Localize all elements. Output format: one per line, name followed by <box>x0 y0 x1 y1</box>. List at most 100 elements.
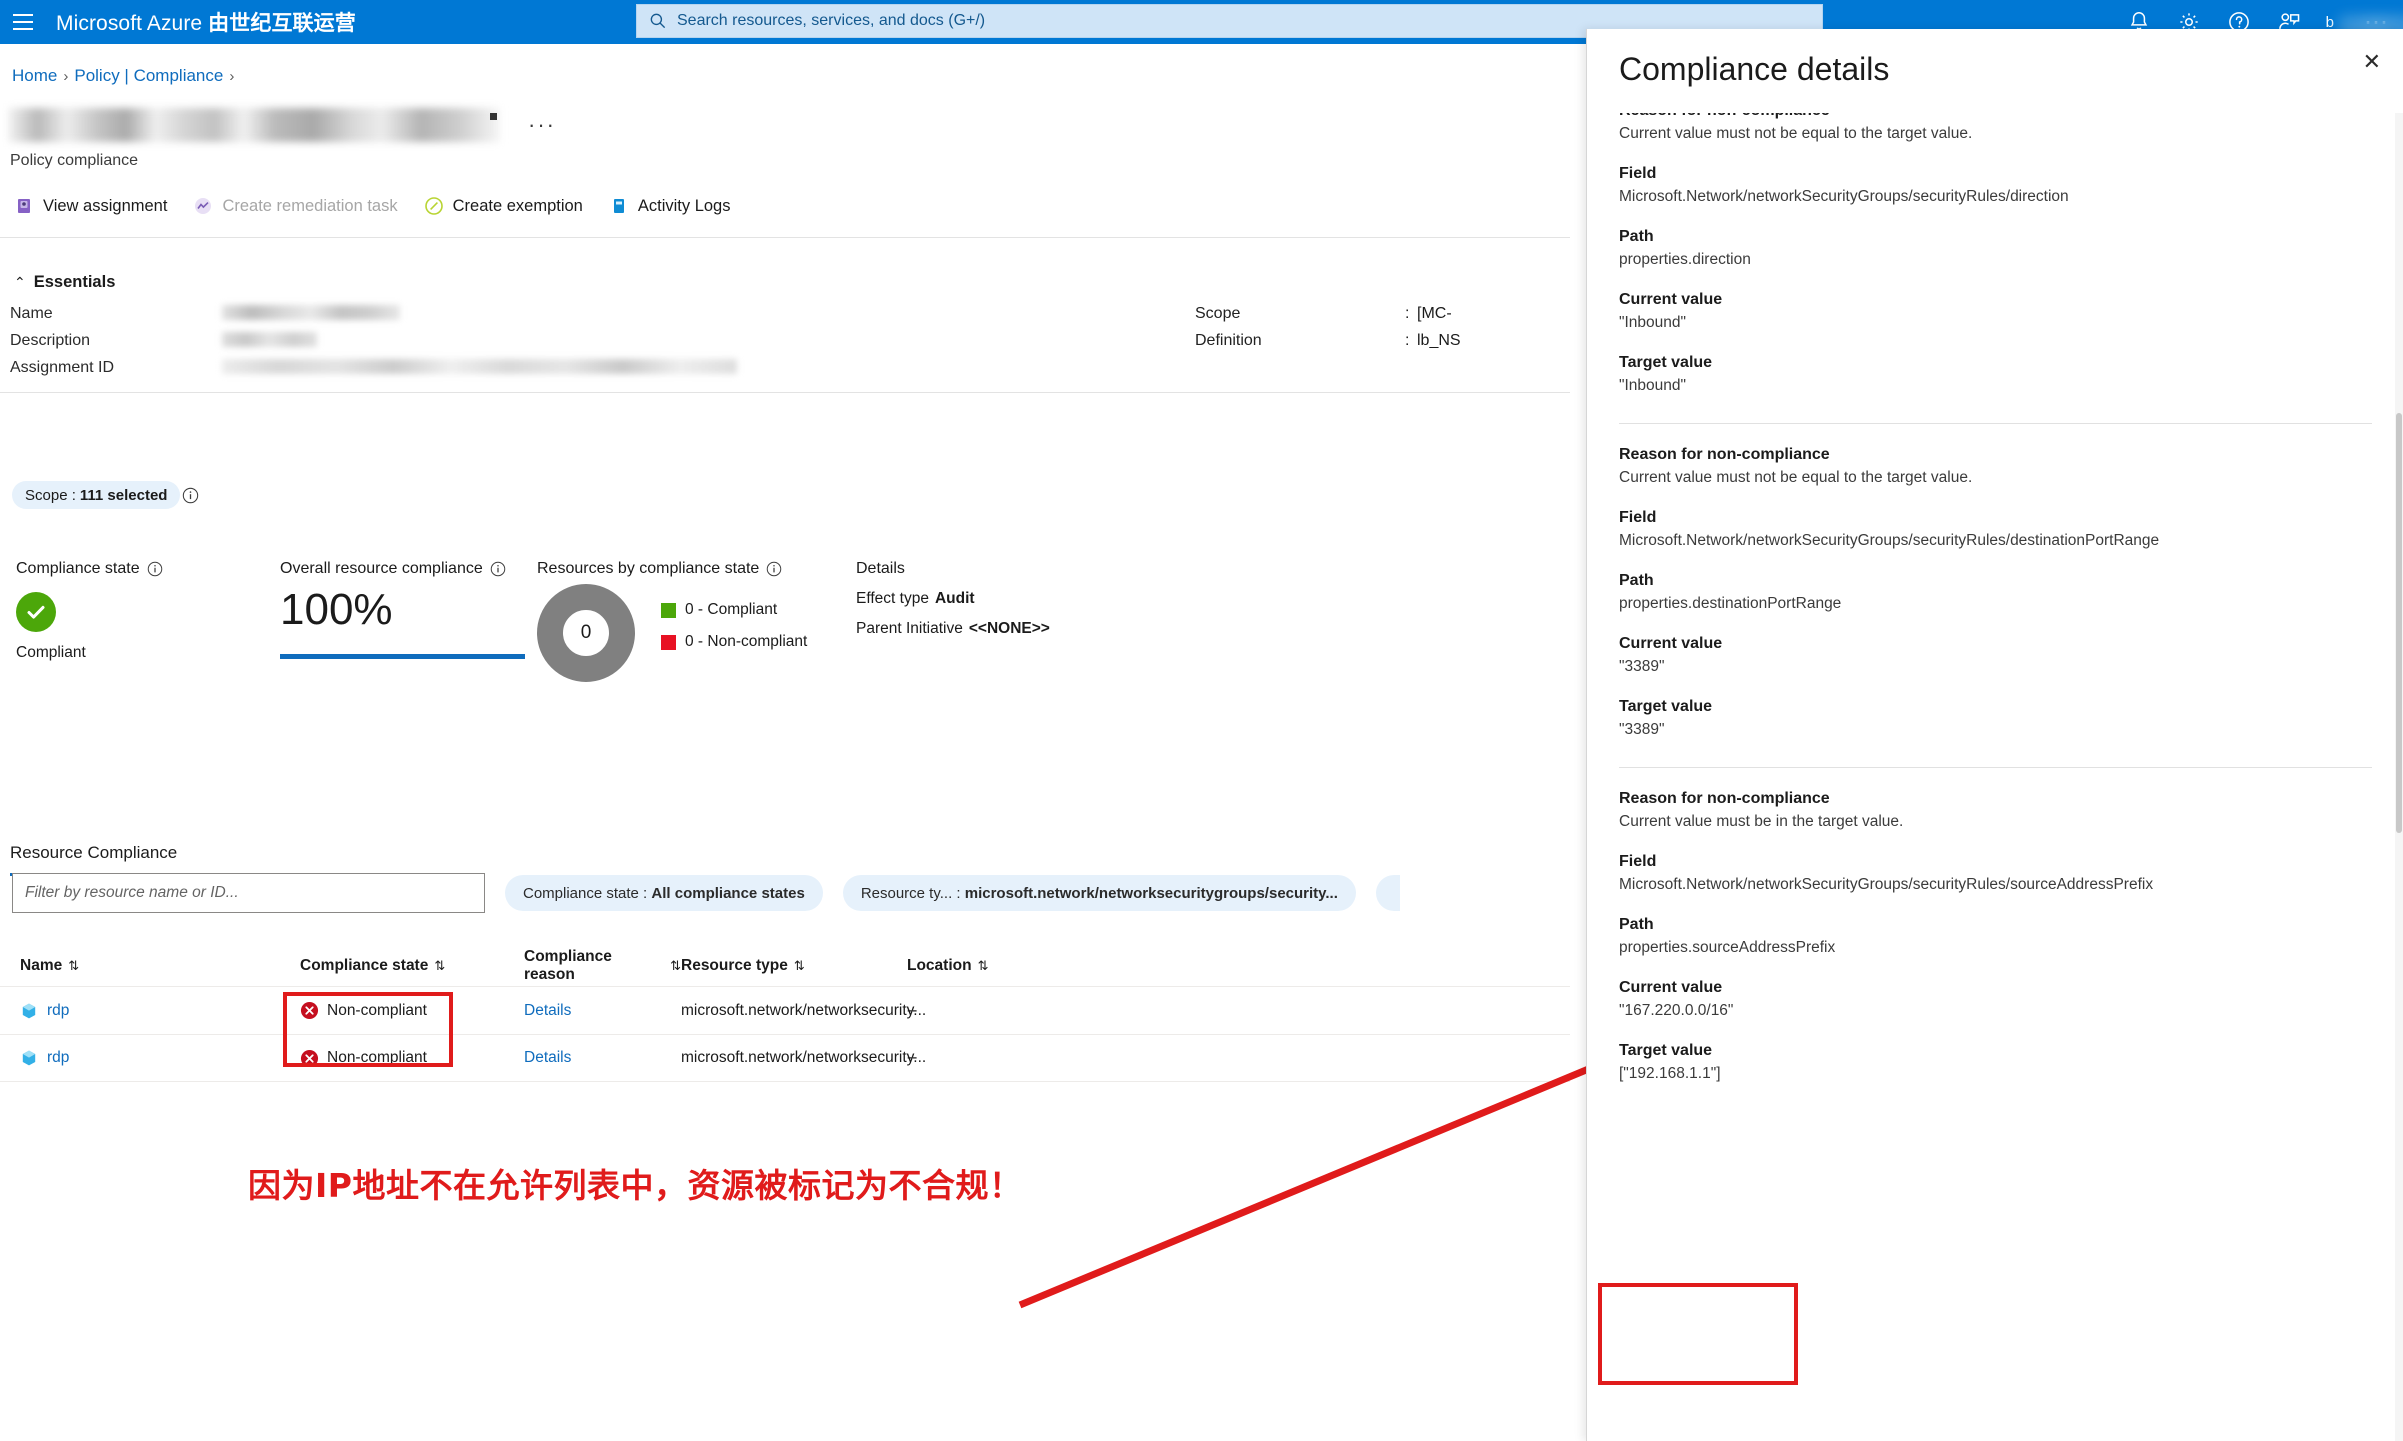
page-more-icon[interactable]: ··· <box>528 112 556 138</box>
field-label: Field <box>1619 509 1657 526</box>
compliance-reason-details-link[interactable]: Details <box>524 1049 571 1067</box>
info-icon[interactable] <box>490 561 506 577</box>
legend-label-non-compliant: 0 - Non-compliant <box>685 633 808 650</box>
reason-for-non-compliance-label: Reason for non-compliance <box>1619 113 2372 120</box>
compliance-detail-section: Reason for non-compliance Current value … <box>1619 446 2372 768</box>
column-header-compliance-reason[interactable]: Compliance reason ⇅ <box>524 948 681 984</box>
overall-compliance-title: Overall resource compliance <box>280 560 483 577</box>
path-label: Path <box>1619 916 1654 933</box>
compliance-state-title-row: Compliance state <box>16 560 163 578</box>
azure-brand-title[interactable]: Microsoft Azure 由世纪互联运营 <box>56 7 356 37</box>
command-bar: View assignment Create remediation task … <box>14 196 730 216</box>
table-row[interactable]: rdp Non-compliant Details microsoft.netw… <box>0 1034 1570 1082</box>
view-assignment-button[interactable]: View assignment <box>14 196 167 216</box>
field-value: Microsoft.Network/networkSecurityGroups/… <box>1619 532 2160 549</box>
panel-scrollbar-thumb[interactable] <box>2396 413 2402 833</box>
essentials-colon-definition: : <box>1405 332 1410 349</box>
column-header-name[interactable]: Name ⇅ <box>0 957 300 975</box>
cell-compliance-reason: Details <box>524 1049 681 1067</box>
account-menu[interactable]: b <box>2326 14 2403 45</box>
essentials-value-definition: lb_NS <box>1417 332 1461 349</box>
compliance-reason-details-link[interactable]: Details <box>524 1002 571 1020</box>
target-value-label: Target value <box>1619 698 1713 715</box>
path-value: properties.direction <box>1619 251 1751 268</box>
details-label-effect-type: Effect type <box>856 590 929 607</box>
info-icon[interactable] <box>766 561 782 577</box>
resource-name-link[interactable]: rdp <box>47 1002 69 1020</box>
breadcrumb-item-policy-compliance[interactable]: Policy | Compliance <box>74 66 223 86</box>
essentials-label-name: Name <box>10 305 53 322</box>
panel-scrollbar[interactable] <box>2395 113 2403 1441</box>
filter-chip-resource-type[interactable]: Resource ty... : microsoft.network/netwo… <box>842 875 1356 911</box>
column-header-location-label: Location <box>907 957 972 974</box>
essentials-section-header[interactable]: ⌃ Essentials <box>14 273 115 292</box>
hamburger-icon[interactable] <box>0 0 46 44</box>
reason-for-non-compliance-value: Current value must not be equal to the t… <box>1619 125 1973 142</box>
table-row[interactable]: rdp Non-compliant Details microsoft.netw… <box>0 986 1570 1034</box>
cell-name: rdp <box>0 1049 300 1067</box>
create-exemption-button[interactable]: Create exemption <box>424 196 583 216</box>
target-value: "3389" <box>1619 721 1665 738</box>
scope-filter-pill[interactable]: Scope : 111 selected <box>12 481 181 509</box>
path-value: properties.sourceAddressPrefix <box>1619 939 1836 956</box>
overall-compliance-progress-track <box>280 654 525 659</box>
scope-filter-label: Scope : <box>25 486 76 504</box>
view-assignment-label: View assignment <box>43 196 168 215</box>
activity-logs-button[interactable]: Activity Logs <box>609 196 731 216</box>
brand-prefix-label: Microsoft Azure <box>56 12 209 35</box>
sort-icon: ⇅ <box>977 958 989 973</box>
filter-chip-compliance-state-label: Compliance state : <box>523 884 648 902</box>
metrics-row: Compliance state Compliant Overall resou… <box>0 560 1570 750</box>
filter-chip-resource-type-label: Resource ty... : <box>860 884 961 902</box>
search-input[interactable] <box>675 11 1810 31</box>
essentials-label-assignment-id: Assignment ID <box>10 359 115 376</box>
page-title: ··· <box>8 108 556 142</box>
reason-for-non-compliance-label: Reason for non-compliance <box>1619 790 1830 807</box>
tab-resource-compliance[interactable]: Resource Compliance <box>10 843 178 876</box>
current-value-label: Current value <box>1619 635 1723 652</box>
essentials-row-definition: Definition : lb_NS <box>1195 332 1461 359</box>
page-subtitle: Policy compliance <box>10 152 139 169</box>
essentials-row-scope: Scope : [MC- <box>1195 305 1461 332</box>
path-label: Path <box>1619 228 1654 245</box>
resource-compliance-table: Name ⇅ Compliance state ⇅ Compliance rea… <box>0 946 1570 1082</box>
field-value: Microsoft.Network/networkSecurityGroups/… <box>1619 188 2069 205</box>
title-marker <box>490 113 497 120</box>
filter-chip-more[interactable] <box>1375 875 1400 911</box>
column-header-compliance-state[interactable]: Compliance state ⇅ <box>300 957 524 975</box>
cell-location: -- <box>907 1001 918 1019</box>
tab-strip: Resource Compliance <box>10 843 178 876</box>
legend-item-non-compliant: 0 - Non-compliant <box>661 633 807 651</box>
close-icon[interactable]: ✕ <box>2363 49 2381 75</box>
essentials-right-column: Scope : [MC- Definition : lb_NS <box>1195 305 1461 359</box>
column-header-compliance-reason-label: Compliance reason <box>524 948 612 983</box>
info-icon[interactable] <box>182 487 199 504</box>
cell-compliance-state: Non-compliant <box>300 1001 524 1020</box>
column-header-location[interactable]: Location ⇅ <box>907 957 1107 975</box>
field-value: Microsoft.Network/networkSecurityGroups/… <box>1619 876 2154 893</box>
filter-chip-resource-type-value: microsoft.network/networksecuritygroups/… <box>964 884 1338 902</box>
section-divider <box>1619 423 2372 424</box>
compliance-detail-section: Reason for non-compliance Current value … <box>1619 113 2372 424</box>
column-header-resource-type-label: Resource type <box>681 957 788 974</box>
column-header-resource-type[interactable]: Resource type ⇅ <box>681 957 907 975</box>
activity-logs-label: Activity Logs <box>637 196 731 215</box>
details-row-effect-type: Effect type Audit <box>856 590 1050 608</box>
reason-for-non-compliance-value: Current value must be in the target valu… <box>1619 813 1904 830</box>
details-label-parent-initiative: Parent Initiative <box>856 620 963 637</box>
compliance-details-panel: Compliance details ✕ Reason for non-comp… <box>1586 29 2403 1441</box>
sort-icon: ⇅ <box>793 958 805 973</box>
resource-name-link[interactable]: rdp <box>47 1049 69 1067</box>
essentials-value-assignment-id-redacted <box>222 359 737 374</box>
azure-policy-compliance-page: Microsoft Azure 由世纪互联运营 Search resources… <box>0 0 2403 1441</box>
filter-chip-compliance-state-value: All compliance states <box>651 884 805 902</box>
donut-chart: 0 <box>537 584 635 682</box>
cell-name: rdp <box>0 1002 300 1020</box>
current-value: "Inbound" <box>1619 314 1687 331</box>
column-header-name-label: Name <box>20 957 63 974</box>
resource-filter-input[interactable] <box>12 873 485 913</box>
info-icon[interactable] <box>147 561 163 577</box>
breadcrumb-item-home[interactable]: Home <box>12 66 57 86</box>
filter-chip-compliance-state[interactable]: Compliance state : All compliance states <box>505 875 823 911</box>
panel-content: Reason for non-compliance Current value … <box>1587 113 2403 1083</box>
